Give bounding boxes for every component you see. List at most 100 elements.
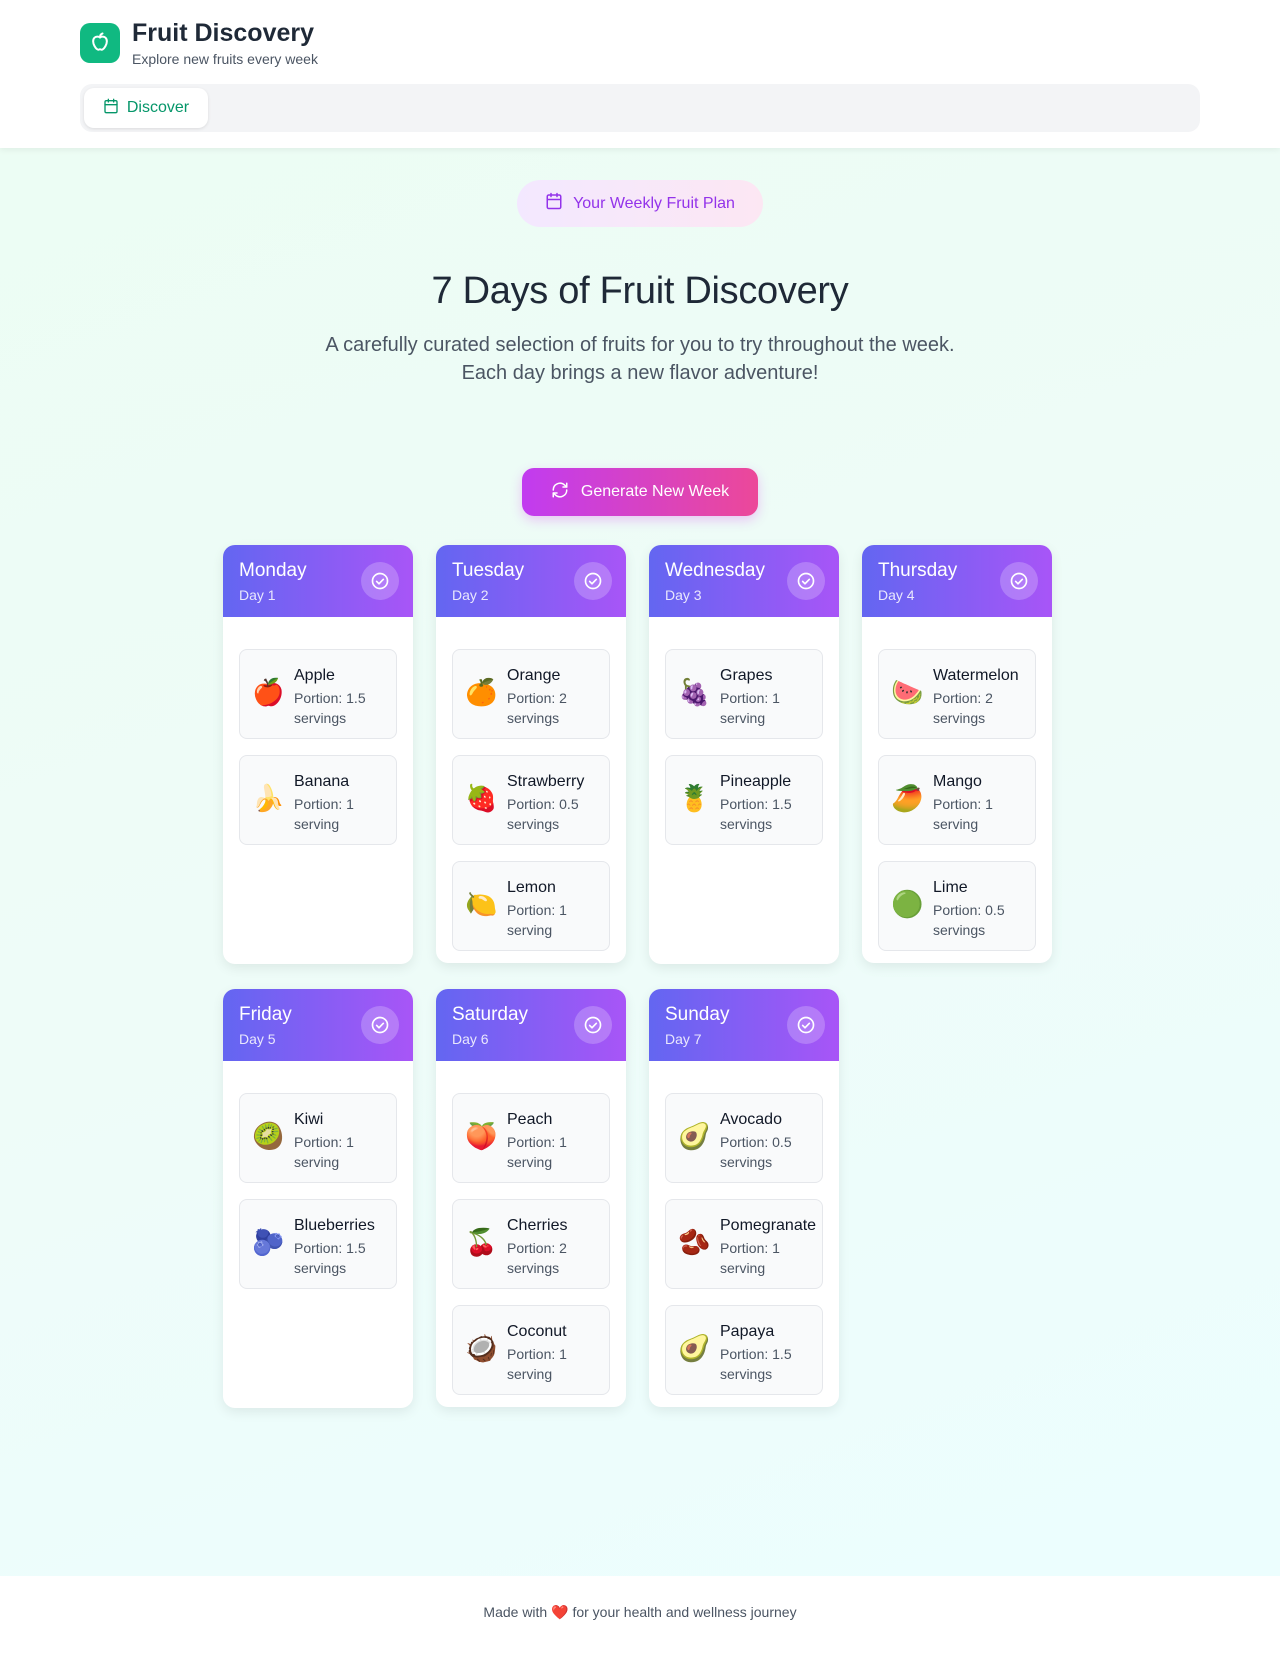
- fruit-icon: 🍒: [465, 1228, 498, 1258]
- fruit-name: Papaya: [720, 1323, 775, 1340]
- day-card-wednesday: Wednesday Day 3 🍇 Grapes Portion: 1 serv…: [649, 545, 839, 964]
- fruit-name: Strawberry: [507, 773, 585, 790]
- fruit-portion: Portion: 1 serving: [720, 690, 780, 726]
- fruit-item[interactable]: 🍒 Cherries Portion: 2 servings: [452, 1199, 610, 1289]
- app-subtitle: Explore new fruits every week: [132, 51, 318, 67]
- fruit-portion: Portion: 1 serving: [507, 1346, 567, 1382]
- fruit-item[interactable]: 🥑 Papaya Portion: 1.5 servings: [665, 1305, 823, 1395]
- page-title: 7 Days of Fruit Discovery: [431, 270, 849, 312]
- fruit-name: Watermelon: [933, 667, 1019, 684]
- check-circle-icon[interactable]: [361, 562, 399, 600]
- day-header: Thursday Day 4: [862, 545, 1052, 617]
- fruit-item[interactable]: 🥭 Mango Portion: 1 serving: [878, 755, 1036, 845]
- fruit-name: Peach: [507, 1111, 553, 1128]
- fruit-name: Mango: [933, 773, 982, 790]
- fruit-portion: Portion: 1 serving: [294, 796, 354, 832]
- fruit-item[interactable]: 🍇 Grapes Portion: 1 serving: [665, 649, 823, 739]
- fruit-name: Avocado: [720, 1111, 782, 1128]
- fruit-item[interactable]: 🍓 Strawberry Portion: 0.5 servings: [452, 755, 610, 845]
- apple-icon: [80, 23, 120, 63]
- day-fruit-list: 🍇 Grapes Portion: 1 serving 🍍 Pineapple …: [649, 617, 839, 861]
- day-fruit-list: 🥑 Avocado Portion: 0.5 servings 🫘 Pomegr…: [649, 1061, 839, 1407]
- fruit-icon: 🥝: [252, 1122, 285, 1152]
- fruit-name: Pineapple: [720, 773, 792, 790]
- fruit-icon: 🥭: [891, 784, 924, 814]
- day-fruit-list: 🥝 Kiwi Portion: 1 serving 🫐 Blueberries …: [223, 1061, 413, 1305]
- badge-label: Your Weekly Fruit Plan: [573, 194, 735, 212]
- refresh-icon: [551, 481, 569, 504]
- check-circle-icon[interactable]: [574, 562, 612, 600]
- fruit-item[interactable]: 🫐 Blueberries Portion: 1.5 servings: [239, 1199, 397, 1289]
- fruit-portion: Portion: 0.5 servings: [507, 796, 579, 832]
- check-circle-icon[interactable]: [361, 1006, 399, 1044]
- generate-button-label: Generate New Week: [580, 483, 730, 500]
- fruit-portion: Portion: 1.5 servings: [720, 796, 792, 832]
- fruit-item[interactable]: 🥑 Avocado Portion: 0.5 servings: [665, 1093, 823, 1183]
- day-header: Sunday Day 7: [649, 989, 839, 1061]
- fruit-portion: Portion: 1 serving: [294, 1134, 354, 1170]
- check-circle-icon[interactable]: [787, 1006, 825, 1044]
- fruit-item[interactable]: 🍍 Pineapple Portion: 1.5 servings: [665, 755, 823, 845]
- fruit-item[interactable]: 🥝 Kiwi Portion: 1 serving: [239, 1093, 397, 1183]
- fruit-item[interactable]: 🍌 Banana Portion: 1 serving: [239, 755, 397, 845]
- fruit-portion: Portion: 1 serving: [507, 902, 567, 938]
- fruit-name: Blueberries: [294, 1217, 375, 1234]
- fruit-item[interactable]: 🍑 Peach Portion: 1 serving: [452, 1093, 610, 1183]
- day-fruit-list: 🍎 Apple Portion: 1.5 servings 🍌 Banana P…: [223, 617, 413, 861]
- day-card-sunday: Sunday Day 7 🥑 Avocado Portion: 0.5 serv…: [649, 989, 839, 1407]
- fruit-icon: 🍍: [678, 784, 711, 814]
- footer-text-before: Made with: [483, 1604, 548, 1620]
- tab-discover[interactable]: Discover: [84, 88, 208, 128]
- day-header: Wednesday Day 3: [649, 545, 839, 617]
- fruit-portion: Portion: 1 serving: [933, 796, 993, 832]
- fruit-portion: Portion: 2 servings: [507, 690, 567, 726]
- fruit-name: Cherries: [507, 1217, 568, 1234]
- day-card-tuesday: Tuesday Day 2 🍊 Orange Portion: 2 servin…: [436, 545, 626, 963]
- page-description: A carefully curated selection of fruits …: [325, 334, 955, 384]
- day-header: Tuesday Day 2: [436, 545, 626, 617]
- fruit-item[interactable]: 🍎 Apple Portion: 1.5 servings: [239, 649, 397, 739]
- fruit-item[interactable]: 🫘 Pomegranate Portion: 1 serving: [665, 1199, 823, 1289]
- fruit-icon: 🫐: [252, 1228, 285, 1258]
- day-card-monday: Monday Day 1 🍎 Apple Portion: 1.5 servin…: [223, 545, 413, 964]
- fruit-item[interactable]: 🍋 Lemon Portion: 1 serving: [452, 861, 610, 951]
- fruit-portion: Portion: 0.5 servings: [720, 1134, 792, 1170]
- check-circle-icon[interactable]: [1000, 562, 1038, 600]
- fruit-item[interactable]: 🥥 Coconut Portion: 1 serving: [452, 1305, 610, 1395]
- check-circle-icon[interactable]: [787, 562, 825, 600]
- fruit-portion: Portion: 1.5 servings: [294, 1240, 366, 1276]
- brand: Fruit Discovery Explore new fruits every…: [80, 18, 318, 68]
- fruit-icon: 🍇: [678, 678, 711, 708]
- fruit-icon: 🥥: [465, 1334, 498, 1364]
- fruit-name: Kiwi: [294, 1111, 324, 1128]
- footer: Made with ❤️ for your health and wellnes…: [0, 1576, 1280, 1660]
- fruit-item[interactable]: 🍉 Watermelon Portion: 2 servings: [878, 649, 1036, 739]
- calendar-icon: [103, 98, 119, 119]
- fruit-icon: 🍑: [465, 1122, 498, 1152]
- fruit-item[interactable]: 🟢 Lime Portion: 0.5 servings: [878, 861, 1036, 951]
- day-header: Monday Day 1: [223, 545, 413, 617]
- day-card-saturday: Saturday Day 6 🍑 Peach Portion: 1 servin…: [436, 989, 626, 1407]
- footer-text: Made with ❤️ for your health and wellnes…: [0, 1604, 1280, 1621]
- fruit-portion: Portion: 1 serving: [720, 1240, 780, 1276]
- day-header: Friday Day 5: [223, 989, 413, 1061]
- fruit-name: Banana: [294, 773, 350, 790]
- day-card-thursday: Thursday Day 4 🍉 Watermelon Portion: 2 s…: [862, 545, 1052, 963]
- weekly-plan-badge: Your Weekly Fruit Plan: [517, 180, 763, 227]
- fruit-portion: Portion: 1.5 servings: [720, 1346, 792, 1382]
- fruit-portion: Portion: 0.5 servings: [933, 902, 1005, 938]
- fruit-icon: 🍎: [252, 678, 285, 708]
- fruit-name: Grapes: [720, 667, 773, 684]
- fruit-portion: Portion: 2 servings: [933, 690, 993, 726]
- app-header: Fruit Discovery Explore new fruits every…: [0, 0, 1280, 148]
- fruit-icon: 🫘: [678, 1228, 711, 1258]
- fruit-item[interactable]: 🍊 Orange Portion: 2 servings: [452, 649, 610, 739]
- check-circle-icon[interactable]: [574, 1006, 612, 1044]
- day-fruit-list: 🍊 Orange Portion: 2 servings 🍓 Strawberr…: [436, 617, 626, 963]
- day-fruit-list: 🍑 Peach Portion: 1 serving 🍒 Cherries Po…: [436, 1061, 626, 1407]
- heart-icon: ❤️: [551, 1605, 569, 1621]
- generate-new-week-button[interactable]: Generate New Week: [522, 468, 758, 516]
- fruit-icon: 🍌: [252, 784, 285, 814]
- fruit-icon: 🥑: [678, 1334, 711, 1364]
- fruit-name: Pomegranate: [720, 1217, 817, 1234]
